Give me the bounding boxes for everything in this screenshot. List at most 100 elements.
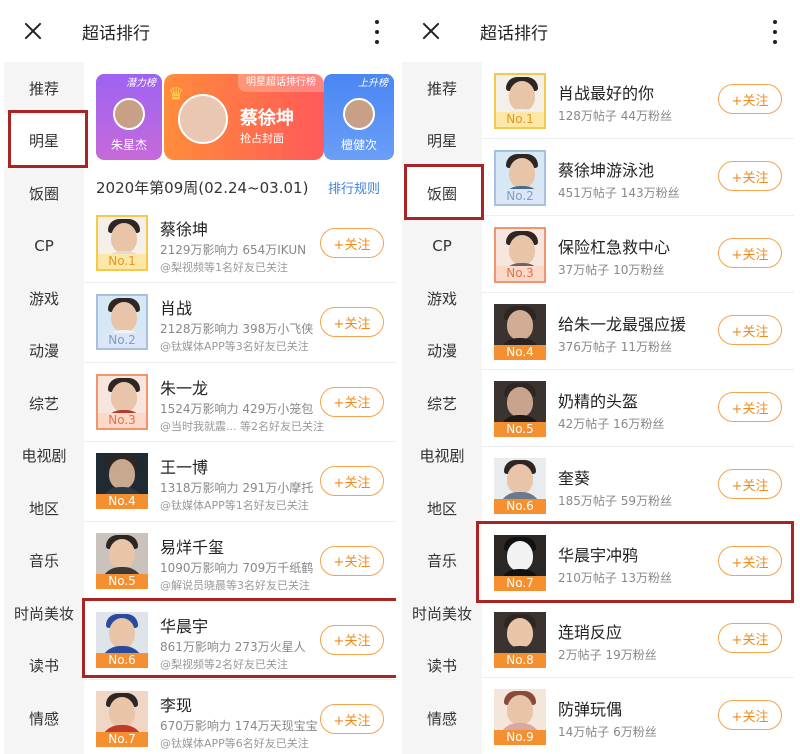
more-vertical-icon[interactable] [770,20,780,44]
star-ranking-list: No.1 蔡徐坤 2129万影响力 654万IKUN @梨视频等1名好友已关注 … [84,204,396,754]
page-title: 超话排行 [82,23,150,44]
ranking-banner: 潜力榜 朱星杰 明星超话排行榜 ♛ 蔡徐坤 抢占封面 上升榜 檀健次 [84,62,396,167]
item-stats: 451万帖子 143万粉丝 [558,186,680,200]
follow-button[interactable]: +关注 [320,466,384,497]
sidebar-item-cp[interactable]: CP [4,220,84,273]
list-item[interactable]: No.2 蔡徐坤游泳池 451万帖子 143万粉丝 +关注 [482,139,794,216]
list-item[interactable]: No.7 李现 670万影响力 174万天现宝宝 @钛媒体APP等6名好友已关注… [84,680,396,754]
sidebar-item-anime[interactable]: 动漫 [402,325,482,378]
item-name: 华晨宇冲鸦 [558,546,639,565]
rising-list-card[interactable]: 上升榜 檀健次 [324,74,394,160]
list-item[interactable]: No.5 奶精的头盔 42万帖子 16万粉丝 +关注 [482,370,794,447]
follow-button[interactable]: +关注 [320,307,384,338]
item-name: 保险杠急救中心 [558,238,671,257]
list-item[interactable]: No.4 给朱一龙最强应援 376万帖子 11万粉丝 +关注 [482,293,794,370]
follow-button[interactable]: +关注 [320,386,384,417]
item-name: 防弹玩偶 [558,700,623,719]
avatar [343,98,375,130]
list-item[interactable]: No.4 王一博 1318万影响力 291万小摩托 @钛媒体APP等1名好友已关… [84,442,396,522]
rank-badge: No.2 [496,189,544,204]
avatar: No.8 [494,612,546,668]
sidebar-item-cp[interactable]: CP [402,220,482,273]
sidebar-item-music[interactable]: 音乐 [4,535,84,588]
item-name: 给朱一龙最强应援 [558,315,687,334]
sidebar-item-recommend[interactable]: 推荐 [402,62,482,115]
page-title: 超话排行 [480,23,548,44]
item-name: 蔡徐坤游泳池 [558,161,655,180]
sidebar-item-variety[interactable]: 综艺 [402,377,482,430]
avatar: No.4 [96,453,148,510]
list-item[interactable]: No.9 防弹玩偶 14万帖子 6万粉丝 +关注 [482,678,794,754]
sidebar-item-fandom[interactable]: 饭圈 [4,167,84,220]
sidebar-item-fashion[interactable]: 时尚美妆 [4,587,84,640]
potential-name: 朱星杰 [110,138,147,152]
ranking-rules-link[interactable]: 排行规则 [328,178,380,197]
follow-button[interactable]: +关注 [320,704,384,735]
category-sidebar: 推荐 明星 饭圈 CP 游戏 动漫 综艺 电视剧 地区 音乐 时尚美妆 读书 情… [4,62,84,754]
sidebar-item-games[interactable]: 游戏 [402,272,482,325]
sidebar-item-anime[interactable]: 动漫 [4,325,84,378]
star-list-card[interactable]: 明星超话排行榜 ♛ 蔡徐坤 抢占封面 [164,74,324,160]
avatar: No.5 [494,381,546,437]
list-item[interactable]: No.5 易烊千玺 1090万影响力 709万千纸鹤 @解说员晓晨等3名好友已关… [84,522,396,601]
rank-badge: No.8 [494,653,546,668]
list-item[interactable]: No.7 华晨宇冲鸦 210万帖子 13万粉丝 +关注 [482,524,794,601]
ranking-main: 潜力榜 朱星杰 明星超话排行榜 ♛ 蔡徐坤 抢占封面 上升榜 檀健次 2020年… [84,62,396,754]
list-item[interactable]: No.2 肖战 2128万影响力 398万小飞侠 @钛媒体APP等3名好友已关注… [84,283,396,363]
potential-tag: 潜力榜 [126,78,156,89]
sidebar-item-books[interactable]: 读书 [4,640,84,693]
sidebar-item-books[interactable]: 读书 [402,640,482,693]
list-item[interactable]: No.1 蔡徐坤 2129万影响力 654万IKUN @梨视频等1名好友已关注 … [84,204,396,284]
item-name: 华晨宇 [160,616,209,636]
item-stats: 1318万影响力 291万小摩托 [160,481,314,496]
rank-badge: No.4 [96,494,148,510]
list-item[interactable]: No.3 朱一龙 1524万影响力 429万小笼包 @当时我就震... 等2名好… [84,363,396,443]
list-item[interactable]: No.6 奎葵 185万帖子 59万粉丝 +关注 [482,447,794,524]
follow-button[interactable]: +关注 [718,700,782,730]
avatar [178,94,228,144]
sidebar-item-stars[interactable]: 明星 [402,115,482,168]
more-vertical-icon[interactable] [372,20,382,44]
item-friends: @钛媒体APP等3名好友已关注 [160,340,309,354]
sidebar-item-games[interactable]: 游戏 [4,272,84,325]
follow-button[interactable]: +关注 [718,546,782,576]
follow-button[interactable]: +关注 [718,392,782,422]
sidebar-item-tv[interactable]: 电视剧 [4,430,84,483]
sidebar-item-music[interactable]: 音乐 [402,535,482,588]
follow-button[interactable]: +关注 [718,238,782,268]
close-icon[interactable] [412,11,452,51]
sidebar-item-region[interactable]: 地区 [4,482,84,535]
sidebar-item-tv[interactable]: 电视剧 [402,430,482,483]
list-item[interactable]: No.3 保险杠急救中心 37万帖子 10万粉丝 +关注 [482,216,794,293]
list-item[interactable]: No.6 华晨宇 861万影响力 273万火星人 @梨视频等2名好友已关注 +关… [84,601,396,681]
sidebar-item-stars[interactable]: 明星 [4,114,84,167]
fandom-ranking-list: No.1 肖战最好的你 128万帖子 44万粉丝 +关注 No.2 蔡徐坤游泳池… [482,62,794,754]
follow-button[interactable]: +关注 [718,469,782,499]
sidebar-item-fashion[interactable]: 时尚美妆 [402,587,482,640]
potential-list-card[interactable]: 潜力榜 朱星杰 [96,74,162,160]
sidebar-item-emotion[interactable]: 情感 [4,692,84,745]
follow-button[interactable]: +关注 [718,623,782,653]
list-item[interactable]: No.8 连琑反应 2万帖子 19万粉丝 +关注 [482,601,794,678]
list-item[interactable]: No.1 肖战最好的你 128万帖子 44万粉丝 +关注 [482,62,794,139]
follow-button[interactable]: +关注 [320,228,384,258]
sidebar-item-recommend[interactable]: 推荐 [4,62,84,115]
follow-button[interactable]: +关注 [320,624,384,655]
avatar: No.7 [96,691,148,748]
follow-button[interactable]: +关注 [718,315,782,345]
item-name: 肖战最好的你 [558,84,655,103]
rank-badge: No.7 [96,732,148,748]
sidebar-item-variety[interactable]: 综艺 [4,377,84,430]
follow-button[interactable]: +关注 [718,161,782,191]
follow-button[interactable]: +关注 [320,545,384,576]
star-list-tag: 明星超话排行榜 [238,74,324,92]
close-icon[interactable] [14,11,54,51]
follow-button[interactable]: +关注 [718,84,782,114]
sidebar-item-fandom[interactable]: 饭圈 [402,167,482,220]
sidebar-item-region[interactable]: 地区 [402,482,482,535]
rank-badge: No.1 [98,254,146,269]
sidebar-item-emotion[interactable]: 情感 [402,692,482,745]
item-stats: 2128万影响力 398万小飞侠 [160,322,314,337]
item-name: 朱一龙 [160,378,209,398]
item-name: 肖战 [160,299,193,319]
